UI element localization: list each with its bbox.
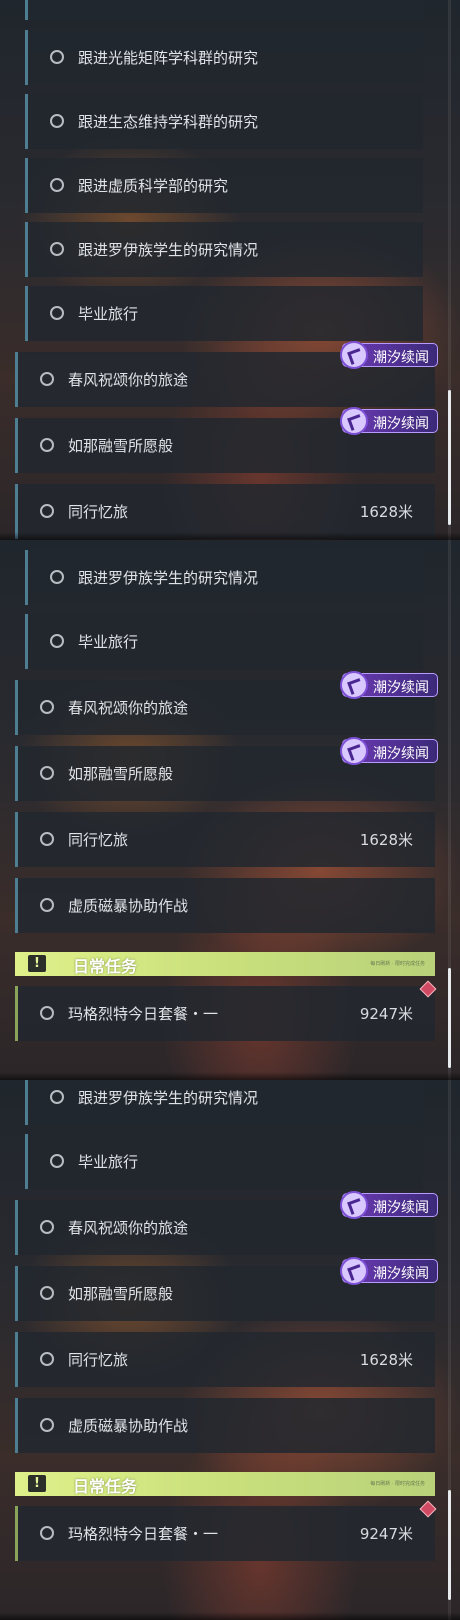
tidal-sequel-badge: 潮汐续闻: [340, 1257, 438, 1285]
quest-panel-1: 跟进光能矩阵学科群的研究 跟进生态维持学科群的研究 跟进虚质科学部的研究 跟进罗…: [0, 0, 460, 540]
quest-title: 毕业旅行: [78, 1153, 139, 1171]
circle-outline-icon: [50, 242, 64, 256]
circle-outline-icon: [50, 114, 64, 128]
exclamation-icon: !: [28, 1475, 46, 1492]
quest-distance: 1628米: [359, 831, 413, 849]
quest-title: 如那融雪所愿般: [68, 765, 174, 783]
tidal-sequel-icon: [340, 671, 368, 699]
daily-quests-title: 日常任务: [73, 1477, 138, 1496]
quest-title: 玛格烈特今日套餐・一: [68, 1005, 219, 1023]
scrollbar-thumb[interactable]: [448, 968, 451, 1068]
quest-item[interactable]: 毕业旅行: [25, 286, 423, 341]
tidal-sequel-icon: [340, 1191, 368, 1219]
quest-title: 春风祝颂你的旅途: [68, 699, 189, 717]
quest-title: 同行忆旅: [68, 1351, 129, 1369]
scrollbar-thumb[interactable]: [448, 1490, 451, 1600]
quest-distance: 1628米: [359, 503, 413, 521]
circle-outline-icon: [40, 1006, 54, 1020]
exclamation-icon: !: [28, 955, 46, 972]
circle-outline-icon: [40, 898, 54, 912]
quest-title: 毕业旅行: [78, 633, 139, 651]
tidal-sequel-badge: 潮汐续闻: [340, 407, 438, 435]
circle-outline-icon: [40, 1286, 54, 1300]
tidal-sequel-icon: [340, 1257, 368, 1285]
badge-label: 潮汐续闻: [373, 680, 429, 696]
scrollbar-thumb[interactable]: [448, 390, 451, 525]
quest-title: 春风祝颂你的旅途: [68, 371, 189, 389]
tidal-sequel-icon: [340, 341, 368, 369]
badge-label: 潮汐续闻: [373, 1266, 429, 1282]
circle-outline-icon: [50, 50, 64, 64]
quest-distance: 9247米: [359, 1005, 413, 1023]
quest-title: 跟进虚质科学部的研究: [78, 177, 229, 195]
quest-item[interactable]: 跟进光能矩阵学科群的研究: [25, 30, 423, 85]
quest-title: 跟进罗伊族学生的研究情况: [78, 569, 259, 587]
quest-title: 毕业旅行: [78, 305, 139, 323]
quest-item[interactable]: 跟进虚质科学部的研究: [25, 158, 423, 213]
circle-outline-icon: [50, 178, 64, 192]
quest-item[interactable]: 虚质磁暴协助作战: [15, 878, 435, 933]
tidal-sequel-badge: 潮汐续闻: [340, 1191, 438, 1219]
quest-item[interactable]: 同行忆旅 1628米: [15, 484, 435, 539]
quest-panel-3: 跟进罗伊族学生的研究情况 毕业旅行 春风祝颂你的旅途 潮汐续闻 如那融雪所愿般 …: [0, 1080, 460, 1620]
circle-outline-icon: [40, 700, 54, 714]
badge-label: 潮汐续闻: [373, 416, 429, 432]
tidal-sequel-badge: 潮汐续闻: [340, 737, 438, 765]
quest-title: 跟进光能矩阵学科群的研究: [78, 49, 259, 67]
circle-outline-icon: [50, 634, 64, 648]
quest-title: 如那融雪所愿般: [68, 437, 174, 455]
quest-title: 玛格烈特今日套餐・一: [68, 1525, 219, 1543]
circle-outline-icon: [50, 570, 64, 584]
circle-outline-icon: [40, 832, 54, 846]
daily-quests-header[interactable]: ! 日常任务 每日刷新 · 限时完成任务: [15, 1472, 435, 1496]
circle-outline-icon: [40, 1418, 54, 1432]
quest-item[interactable]: 虚质磁暴协助作战: [15, 1398, 435, 1453]
daily-fine-print: 每日刷新 · 限时完成任务: [370, 1481, 425, 1487]
circle-outline-icon: [40, 1220, 54, 1234]
quest-title: 同行忆旅: [68, 503, 129, 521]
circle-outline-icon: [40, 438, 54, 452]
circle-outline-icon: [40, 1352, 54, 1366]
tidal-sequel-icon: [340, 407, 368, 435]
quest-title: 跟进罗伊族学生的研究情况: [78, 1089, 259, 1107]
badge-label: 潮汐续闻: [373, 1200, 429, 1216]
quest-tracker-screenshots: 跟进光能矩阵学科群的研究 跟进生态维持学科群的研究 跟进虚质科学部的研究 跟进罗…: [0, 0, 460, 1620]
circle-outline-icon: [40, 372, 54, 386]
tidal-sequel-badge: 潮汐续闻: [340, 341, 438, 369]
quest-item[interactable]: 毕业旅行: [25, 1134, 423, 1189]
circle-outline-icon: [50, 1154, 64, 1168]
quest-panel-2: 跟进罗伊族学生的研究情况 毕业旅行 春风祝颂你的旅途 潮汐续闻 如那融雪所愿般 …: [0, 540, 460, 1080]
daily-quests-title: 日常任务: [73, 957, 138, 976]
quest-title: 跟进罗伊族学生的研究情况: [78, 241, 259, 259]
quest-item-daily[interactable]: 玛格烈特今日套餐・一 9247米: [15, 1506, 435, 1561]
quest-item[interactable]: 跟进生态维持学科群的研究: [25, 94, 423, 149]
quest-title: 跟进生态维持学科群的研究: [78, 113, 259, 131]
quest-title: 虚质磁暴协助作战: [68, 897, 189, 915]
quest-item[interactable]: 同行忆旅 1628米: [15, 812, 435, 867]
badge-label: 潮汐续闻: [373, 746, 429, 762]
daily-fine-print: 每日刷新 · 限时完成任务: [370, 961, 425, 967]
quest-distance: 1628米: [359, 1351, 413, 1369]
daily-quests-header[interactable]: ! 日常任务 每日刷新 · 限时完成任务: [15, 952, 435, 976]
quest-item[interactable]: 同行忆旅 1628米: [15, 1332, 435, 1387]
circle-outline-icon: [40, 766, 54, 780]
circle-outline-icon: [50, 306, 64, 320]
quest-title: 如那融雪所愿般: [68, 1285, 174, 1303]
circle-outline-icon: [40, 1526, 54, 1540]
quest-title: 同行忆旅: [68, 831, 129, 849]
tidal-sequel-badge: 潮汐续闻: [340, 671, 438, 699]
quest-item[interactable]: 毕业旅行: [25, 614, 423, 669]
quest-title: 虚质磁暴协助作战: [68, 1417, 189, 1435]
quest-title: 春风祝颂你的旅途: [68, 1219, 189, 1237]
quest-item[interactable]: 跟进罗伊族学生的研究情况: [25, 222, 423, 277]
circle-outline-icon: [40, 504, 54, 518]
quest-item-daily[interactable]: 玛格烈特今日套餐・一 9247米: [15, 986, 435, 1041]
quest-distance: 9247米: [359, 1525, 413, 1543]
quest-item-partial[interactable]: [25, 0, 423, 20]
tidal-sequel-icon: [340, 737, 368, 765]
badge-label: 潮汐续闻: [373, 350, 429, 366]
quest-item[interactable]: 跟进罗伊族学生的研究情况: [25, 1080, 423, 1125]
circle-outline-icon: [50, 1090, 64, 1104]
quest-item[interactable]: 跟进罗伊族学生的研究情况: [25, 550, 423, 605]
